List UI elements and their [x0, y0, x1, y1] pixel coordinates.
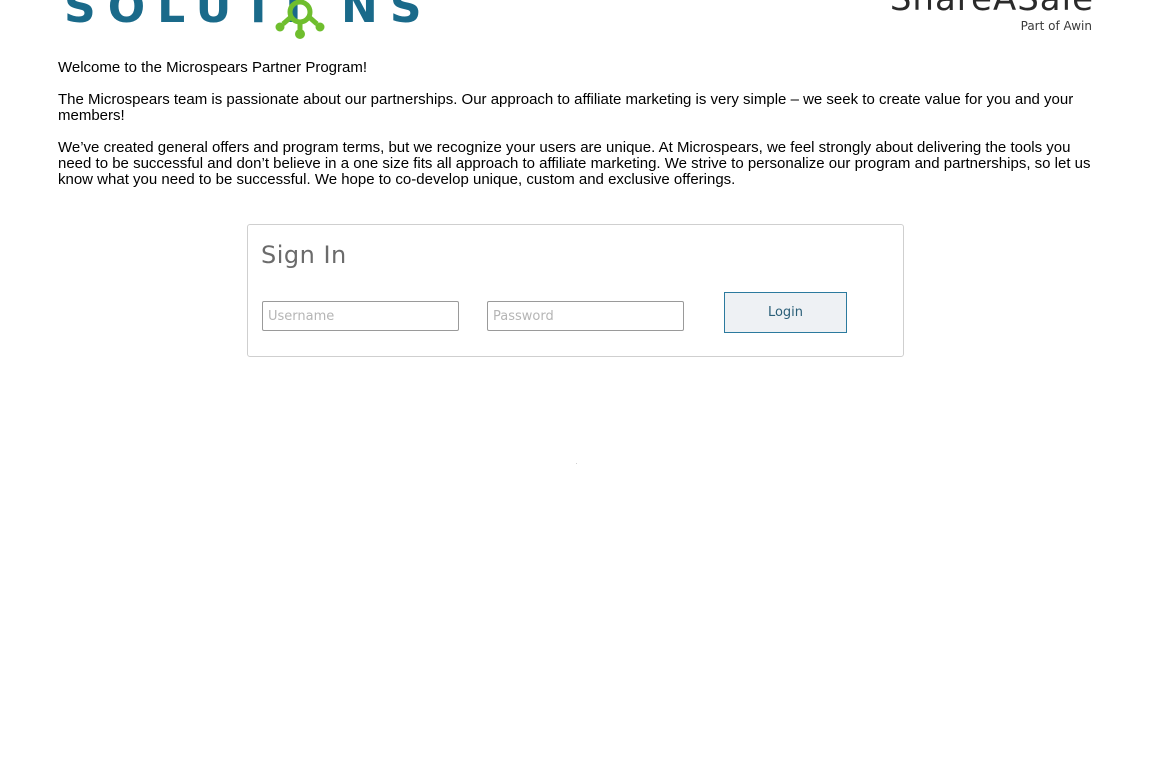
welcome-text: Welcome to the Microspears Partner Progr…: [58, 59, 368, 76]
solutions-logo: SOLUTI NS: [64, 0, 422, 39]
molecule-logo-icon: [275, 0, 325, 39]
signin-title: Sign In: [261, 241, 347, 269]
intro-paragraph-1: The Microspears team is passionate about…: [58, 91, 1074, 124]
shareasale-logo: ShareASale Part of Awin: [890, 0, 1094, 33]
username-input[interactable]: [262, 301, 459, 331]
shareasale-tagline: Part of Awin: [1020, 19, 1092, 33]
intro-paragraph-2: We’ve created general offers and program…: [58, 139, 1091, 188]
intro-text: Welcome to the Microspears Partner Progr…: [58, 60, 1094, 204]
login-button[interactable]: Login: [724, 292, 847, 333]
divider-dot: [576, 463, 577, 464]
shareasale-wordmark: ShareASale: [890, 0, 1094, 16]
solutions-logo-text: SOLUTI NS: [64, 0, 434, 33]
password-input[interactable]: [487, 301, 684, 331]
signin-card: Sign In Login: [247, 224, 904, 357]
